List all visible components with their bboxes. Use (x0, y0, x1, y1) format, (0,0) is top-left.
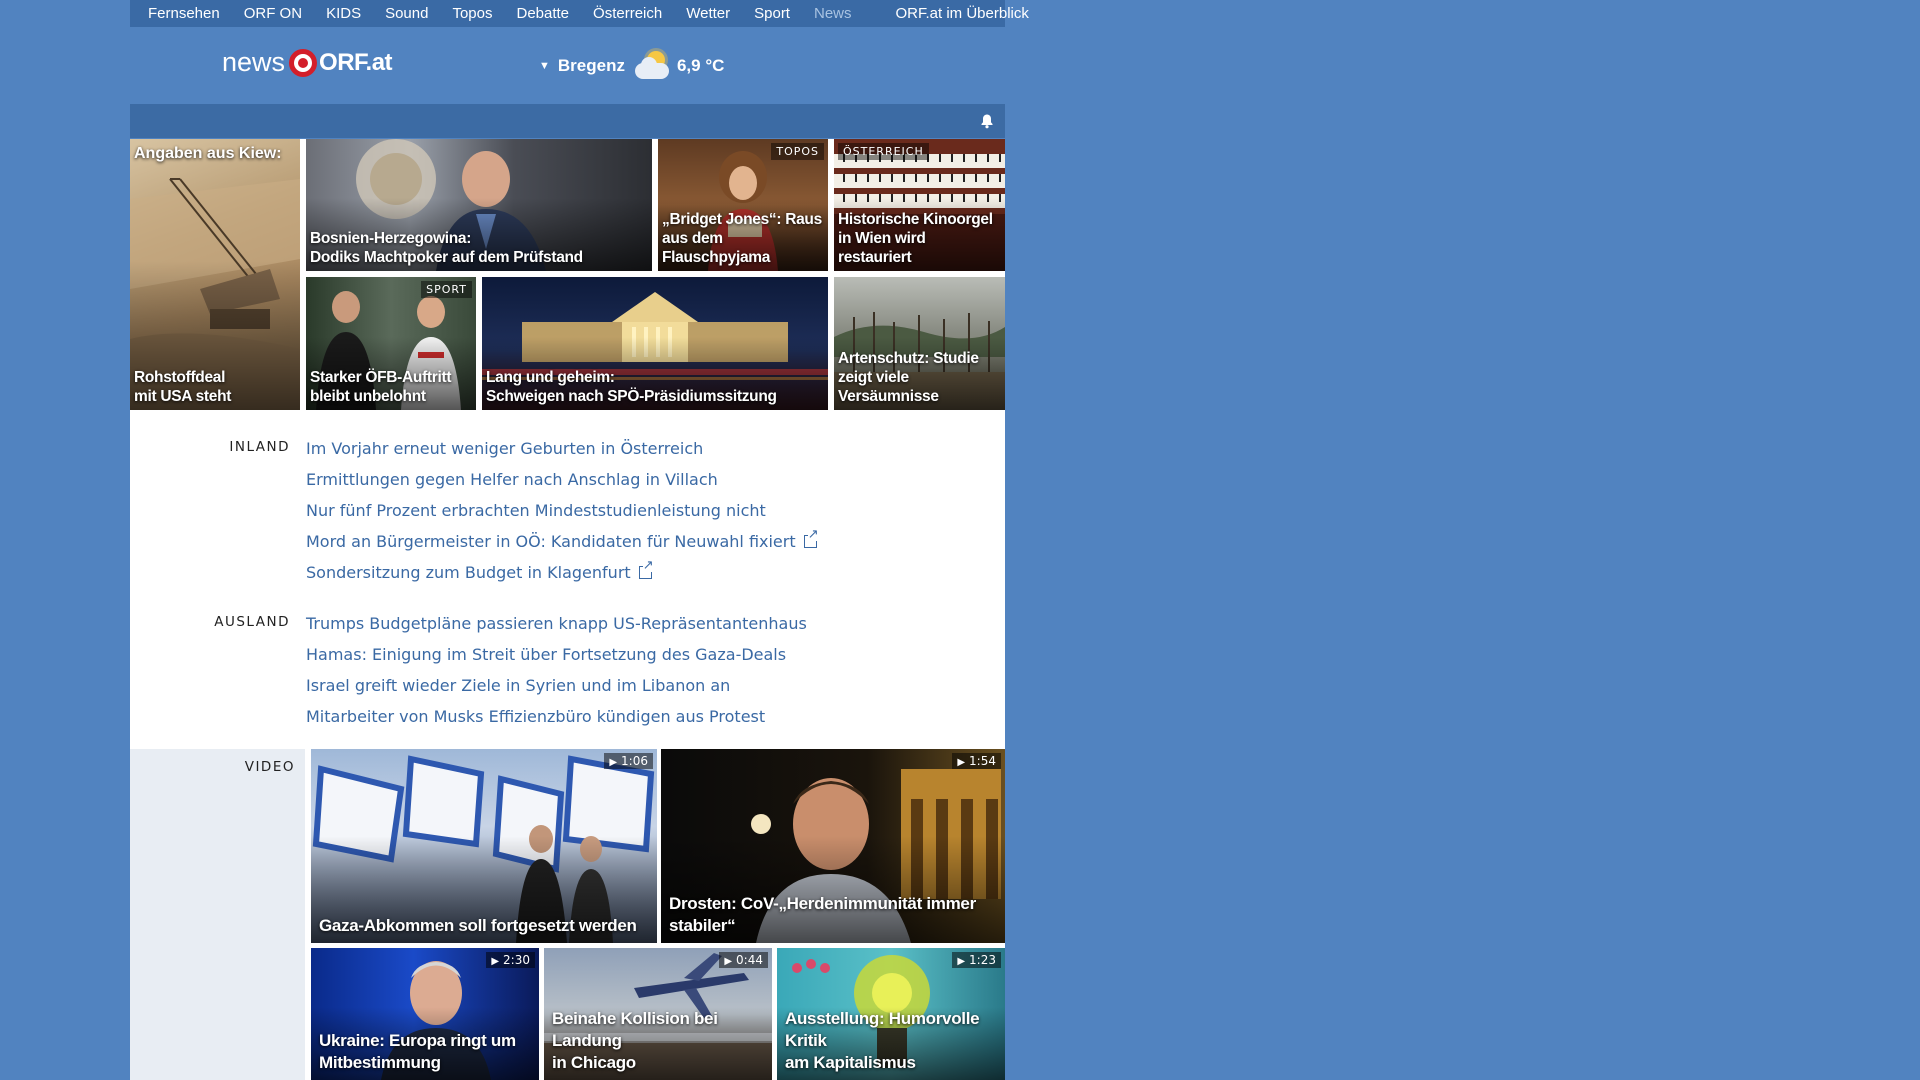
tile-caption: „Bridget Jones“: Raus aus dem Flauschpyj… (662, 211, 822, 266)
weather-dropdown-icon[interactable]: ▼ (539, 60, 550, 72)
video-caption: Gaza-Abkommen soll fortgesetzt werden (319, 916, 637, 935)
video-duration: ▶ 1:54 (952, 753, 1001, 769)
page: Fernsehen ORF ON KIDS Sound Topos Debatt… (130, 0, 1029, 1080)
ausland-list: Trumps Budgetpläne passieren knapp US-Re… (306, 608, 807, 732)
headline-text: Mord an Bürgermeister in OÖ: Kandidaten … (306, 532, 796, 551)
story-tile-spoe[interactable]: Lang und geheim: Schweigen nach SPÖ-Präs… (482, 277, 828, 410)
play-icon: ▶ (609, 757, 618, 768)
headline-link[interactable]: Trumps Budgetpläne passieren knapp US-Re… (306, 608, 807, 639)
nav-topos[interactable]: Topos (440, 5, 504, 22)
story-tile-bosnien[interactable]: Bosnien-Herzegowina: Dodiks Machtpoker a… (306, 139, 652, 271)
play-icon: ▶ (957, 757, 966, 768)
tile-category-tag: SPORT (421, 281, 472, 298)
top-stories-grid: Angaben aus Kiew: Rohstoffdeal mit USA s… (130, 139, 1005, 410)
headline-link[interactable]: Israel greift wieder Ziele in Syrien und… (306, 670, 807, 701)
nav-sound[interactable]: Sound (373, 5, 440, 22)
orf-ring-icon (289, 48, 318, 77)
bell-icon[interactable] (979, 113, 995, 129)
story-tile-artenschutz[interactable]: Artenschutz: Studie zeigt viele Versäumn… (834, 277, 1005, 410)
video-caption: Beinahe Kollision bei Landung in Chicago (552, 1009, 718, 1072)
section-label-ausland: AUSLAND (214, 614, 290, 630)
play-icon: ▶ (957, 956, 966, 967)
video-tile-drosten[interactable]: ▶ 1:54 Drosten: CoV-„Herdenimmunität imme… (661, 749, 1005, 943)
video-caption: Ukraine: Europa ringt um Mitbestimmung (319, 1031, 516, 1072)
video-tile-gaza[interactable]: ▶ 1:06 Gaza-Abkommen soll fortgesetzt wer… (311, 749, 657, 943)
duration-text: 0:44 (736, 953, 763, 967)
weather-city[interactable]: Bregenz (558, 56, 625, 76)
story-tile-bridget-jones[interactable]: TOPOS „Bridget Jones“: Raus aus dem Flau… (658, 139, 828, 271)
video-sidebar: VIDEO (130, 749, 305, 1080)
top-navigation: Fernsehen ORF ON KIDS Sound Topos Debatt… (130, 0, 1029, 27)
video-duration: ▶ 1:23 (952, 952, 1001, 968)
video-section: VIDEO ▶ 1:06 Gaza-Abkommen soll fortgeset… (130, 749, 1005, 1080)
nav-kids[interactable]: KIDS (314, 5, 373, 22)
headline-link-external[interactable]: Mord an Bürgermeister in OÖ: Kandidaten … (306, 526, 819, 557)
duration-text: 1:23 (969, 953, 996, 967)
tile-category-tag: ÖSTERREICH (838, 143, 929, 160)
nav-oesterreich[interactable]: Österreich (581, 5, 674, 22)
nav-wetter[interactable]: Wetter (674, 5, 742, 22)
duration-text: 2:30 (503, 953, 530, 967)
tile-top-label: Angaben aus Kiew: (134, 145, 282, 162)
section-label-inland: INLAND (229, 439, 290, 455)
logo-orf-text: ORF.at (319, 48, 393, 76)
nav-debatte[interactable]: Debatte (504, 5, 581, 22)
video-tile-ukraine[interactable]: ▶ 2:30 Ukraine: Europa ringt um Mitbestim… (311, 948, 539, 1080)
video-tile-chicago[interactable]: ▶ 0:44 Beinahe Kollision bei Landung in C… (544, 948, 772, 1080)
tile-caption: Lang und geheim: Schweigen nach SPÖ-Präs… (486, 369, 777, 405)
header: news ORF.at ▼ Bregenz 6,9 °C (130, 27, 1005, 104)
external-link-icon (803, 528, 819, 548)
tile-caption: Starker ÖFB-Auftritt bleibt unbelohnt (310, 369, 452, 405)
flags-crowd-image (312, 755, 655, 943)
headline-link[interactable]: Im Vorjahr erneut weniger Geburten in Ös… (306, 433, 817, 464)
tile-caption: Rohstoffdeal mit USA steht (134, 369, 232, 405)
tile-category-tag: TOPOS (771, 143, 824, 160)
notification-bar (130, 104, 1005, 138)
news-orf-logo[interactable]: news ORF.at (222, 47, 393, 78)
video-caption: Ausstellung: Humorvolle Kritik am Kapita… (785, 1009, 980, 1072)
video-duration: ▶ 0:44 (719, 952, 768, 968)
nav-news[interactable]: News (802, 5, 864, 22)
play-icon: ▶ (491, 956, 500, 967)
headline-lists: INLAND Im Vorjahr erneut weniger Geburte… (130, 410, 1005, 749)
story-tile-rohstoffdeal[interactable]: Angaben aus Kiew: Rohstoffdeal mit USA s… (130, 139, 300, 410)
duration-text: 1:06 (621, 754, 648, 768)
headline-text: Sondersitzung zum Budget in Klagenfurt (306, 563, 631, 582)
inland-list: Im Vorjahr erneut weniger Geburten in Ös… (306, 433, 819, 588)
headline-link[interactable]: Mitarbeiter von Musks Effizienzbüro künd… (306, 701, 807, 732)
headline-link[interactable]: Nur fünf Prozent erbrachten Mindeststudi… (306, 495, 817, 526)
story-tile-oefb[interactable]: SPORT Starker ÖFB-Auftritt bleibt unbelo… (306, 277, 476, 410)
video-tile-ausstellung[interactable]: ▶ 1:23 Ausstellung: Humorvolle Kritik am … (777, 948, 1005, 1080)
nav-sport[interactable]: Sport (742, 5, 802, 22)
partly-cloudy-icon (633, 51, 671, 81)
duration-text: 1:54 (969, 754, 996, 768)
tile-caption: Bosnien-Herzegowina: Dodiks Machtpoker a… (310, 230, 583, 266)
weather-widget: ▼ Bregenz 6,9 °C (539, 51, 724, 81)
tile-caption: Artenschutz: Studie zeigt viele Versäumn… (838, 350, 979, 405)
external-link-icon (638, 559, 654, 579)
play-icon: ▶ (724, 956, 733, 967)
tile-caption: Historische Kinoorgel in Wien wird resta… (838, 211, 993, 266)
headline-link-external[interactable]: Sondersitzung zum Budget in Klagenfurt (306, 557, 817, 588)
section-label-video: VIDEO (244, 759, 295, 775)
nav-orf-overview[interactable]: ORF.at im Überblick (884, 5, 1041, 22)
headline-link[interactable]: Ermittlungen gegen Helfer nach Anschlag … (306, 464, 817, 495)
logo-news-text: news (222, 47, 286, 77)
video-duration: ▶ 2:30 (486, 952, 535, 968)
video-duration: ▶ 1:06 (604, 753, 653, 769)
headline-link[interactable]: Hamas: Einigung im Streit über Fortsetzu… (306, 639, 807, 670)
nav-orf-on[interactable]: ORF ON (232, 5, 314, 22)
story-tile-kinoorgel[interactable]: ÖSTERREICH Historische Kinoorgel in Wien… (834, 139, 1005, 271)
weather-temperature: 6,9 °C (676, 56, 725, 75)
video-caption: Drosten: CoV-„Herdenimmunität immer stab… (669, 894, 976, 935)
nav-fernsehen[interactable]: Fernsehen (130, 5, 232, 22)
